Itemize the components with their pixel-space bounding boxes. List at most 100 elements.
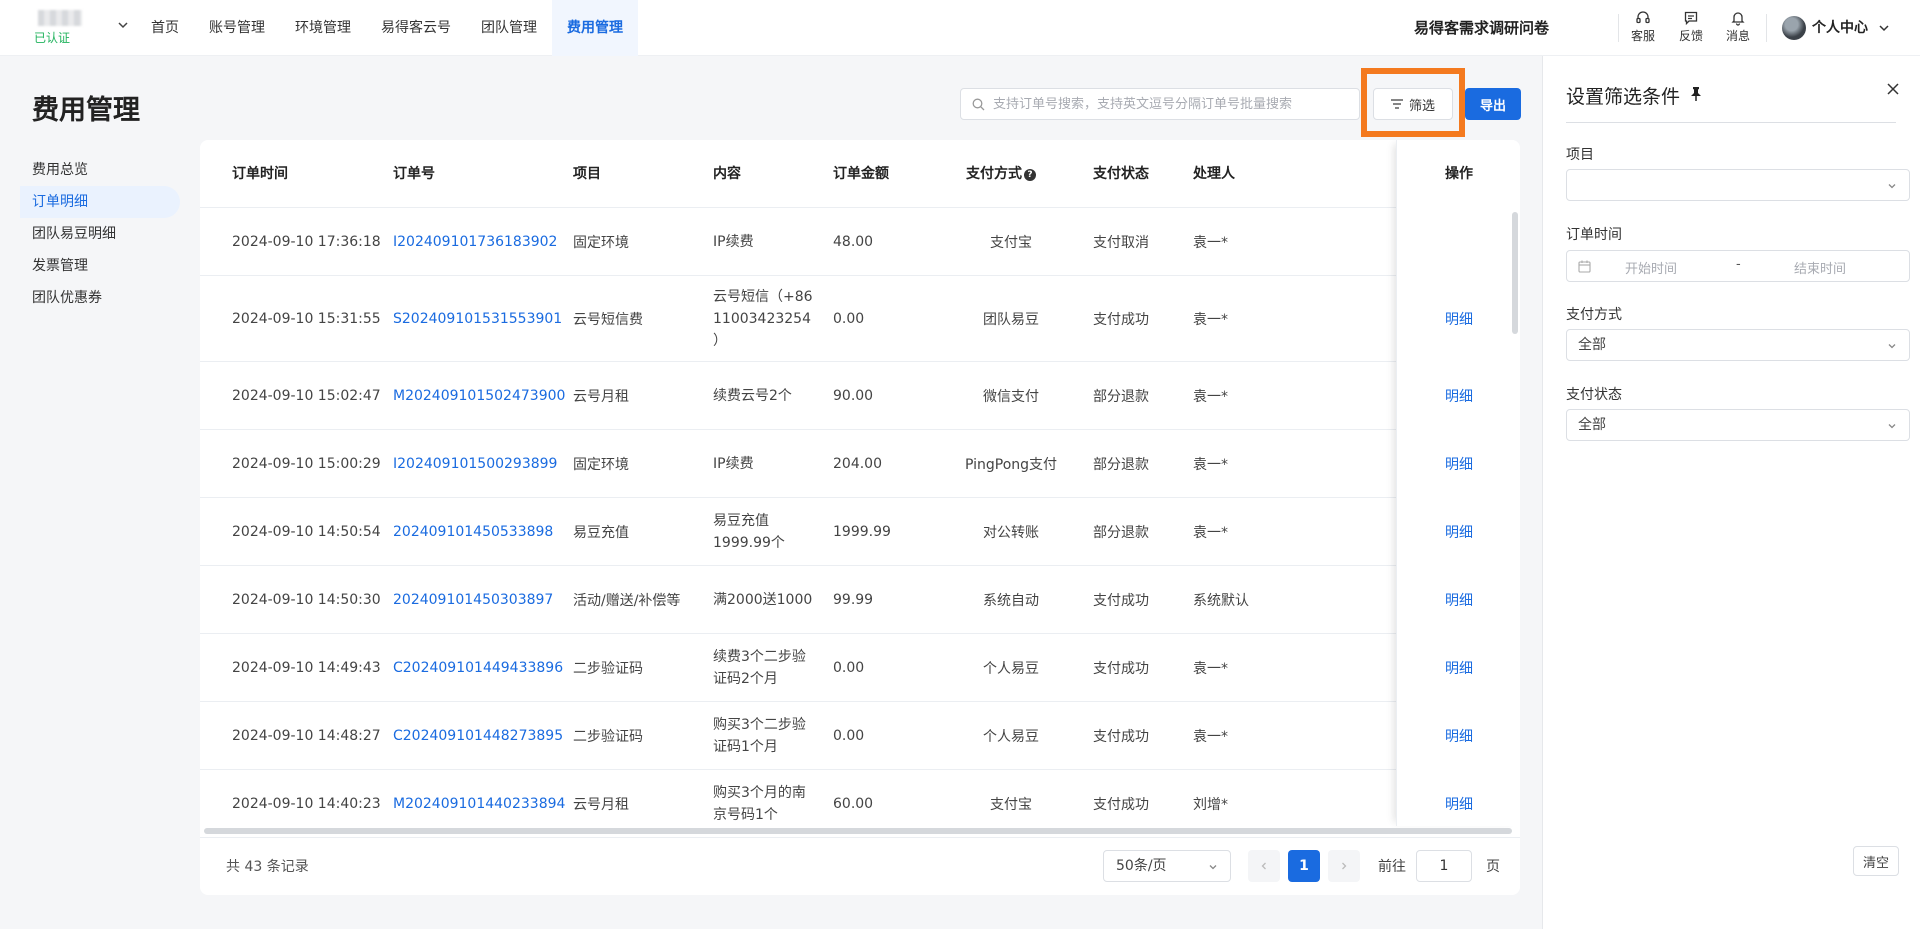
project-select[interactable] (1566, 169, 1910, 201)
sidebar-item-order-details[interactable]: 订单明细 (20, 186, 180, 218)
table-body: 2024-09-10 17:36:18 I202409101736183902 … (200, 208, 1520, 895)
goto-page-input[interactable] (1416, 850, 1472, 882)
cell-amount: 0.00 (833, 727, 865, 744)
survey-link[interactable]: 易得客需求调研问卷 (1414, 0, 1549, 56)
verified-label: 已认证 (34, 31, 71, 45)
cell-content: 续费云号2个 (713, 362, 823, 429)
row-detail-link[interactable]: 明细 (1397, 362, 1520, 430)
cell-order-no-link[interactable]: 202409101450303897 (393, 566, 553, 633)
pay-method-select[interactable]: 全部 (1566, 329, 1910, 361)
cell-handler: 袁一* (1193, 660, 1228, 677)
orders-table-card: 订单时间 订单号 项目 内容 订单金额 支付方式? 支付状态 处理人 2024-… (200, 140, 1520, 895)
row-detail-link[interactable]: 明细 (1397, 702, 1520, 770)
start-date-input[interactable]: 开始时间 (1625, 258, 1677, 277)
chevron-down-icon[interactable] (116, 18, 130, 32)
filter-icon (1390, 99, 1403, 109)
nav-accounts[interactable]: 账号管理 (194, 0, 280, 56)
cell-pay-status: 支付成功 (1093, 311, 1149, 328)
cell-pay-status: 部分退款 (1093, 388, 1149, 405)
cell-order-no-link[interactable]: M202409101440233894 (393, 770, 565, 837)
filter-label: 筛选 (1408, 98, 1435, 114)
cell-amount: 48.00 (833, 233, 874, 250)
cell-pay-status: 支付成功 (1093, 728, 1149, 745)
column-header-pay-method: 支付方式? (966, 140, 1036, 208)
filter-button[interactable]: 筛选 (1373, 88, 1453, 120)
cell-content: 购买3个二步验证码1个月 (713, 702, 813, 769)
page-size-select[interactable]: 50条/页 (1103, 850, 1231, 882)
order-time-range-picker[interactable]: 开始时间 - 结束时间 (1566, 250, 1910, 282)
cell-content-text: IP续费 (713, 455, 754, 472)
help-icon[interactable]: ? (1024, 169, 1036, 181)
nav-cloud-numbers[interactable]: 易得客云号 (366, 0, 466, 56)
filter-panel-title: 设置筛选条件 (1566, 86, 1681, 108)
row-detail-link[interactable]: 明细 (1397, 430, 1520, 498)
chevron-down-icon[interactable] (1877, 21, 1891, 35)
cell-time: 2024-09-10 14:50:54 (232, 523, 381, 540)
column-header-amount: 订单金额 (833, 166, 889, 182)
cell-pay-method: 个人易豆 (983, 728, 1039, 745)
next-page-button[interactable] (1328, 850, 1360, 882)
search-input[interactable] (993, 94, 1333, 114)
clear-filters-button[interactable]: 清空 (1853, 846, 1899, 876)
cell-item: 云号月租 (573, 388, 629, 405)
table-row: 2024-09-10 14:50:54 202409101450533898 易… (200, 498, 1520, 566)
cell-order-no-link[interactable]: M202409101502473900 (393, 362, 565, 429)
nav-billing[interactable]: 费用管理 (552, 0, 638, 56)
prev-page-button[interactable] (1248, 850, 1280, 882)
cell-content-text: 易豆充值 1999.99个 (713, 512, 785, 551)
sidebar-item-overview[interactable]: 费用总览 (20, 154, 180, 186)
nav-home[interactable]: 首页 (136, 0, 194, 56)
chevron-left-icon (1261, 862, 1266, 870)
divider (1618, 14, 1619, 42)
vertical-scrollbar[interactable] (1512, 212, 1518, 334)
row-detail-link[interactable]: 明细 (1397, 276, 1520, 362)
pay-status-select[interactable]: 全部 (1566, 409, 1910, 441)
row-detail-link[interactable]: 明细 (1397, 498, 1520, 566)
pin-icon[interactable] (1689, 86, 1703, 102)
billing-sidebar: 费用总览 订单明细 团队易豆明细 发票管理 团队优惠券 (20, 154, 180, 314)
cell-content: IP续费 (713, 208, 823, 275)
cell-order-no-link[interactable]: I202409101500293899 (393, 430, 557, 497)
main-nav: 首页 账号管理 环境管理 易得客云号 团队管理 费用管理 (136, 0, 638, 56)
cell-time: 2024-09-10 17:36:18 (232, 233, 381, 250)
page-size-value: 50条/页 (1116, 858, 1167, 874)
chat-icon (1684, 11, 1698, 26)
page-number-current[interactable]: 1 (1288, 850, 1320, 882)
cell-handler: 袁一* (1193, 234, 1228, 251)
cell-order-no-link[interactable]: C202409101449433896 (393, 634, 563, 701)
cell-pay-status: 部分退款 (1093, 456, 1149, 473)
feedback-button[interactable]: 反馈 (1675, 10, 1707, 44)
cell-content-text: 购买3个月的南京号码1个 (713, 784, 806, 823)
row-detail-link[interactable]: 明细 (1397, 566, 1520, 634)
cell-pay-status: 支付成功 (1093, 660, 1149, 677)
cell-order-no-link[interactable]: C202409101448273895 (393, 702, 563, 769)
table-header: 订单时间 订单号 项目 内容 订单金额 支付方式? 支付状态 处理人 (200, 140, 1520, 208)
user-center-menu[interactable]: 个人中心 (1812, 0, 1868, 56)
cell-order-no-link[interactable]: 202409101450533898 (393, 498, 553, 565)
cell-order-no-link[interactable]: I202409101736183902 (393, 208, 557, 275)
team-logo[interactable]: 已认证 (34, 8, 86, 45)
export-button[interactable]: 导出 (1465, 88, 1521, 120)
messages-button[interactable]: 消息 (1722, 10, 1754, 44)
cell-handler: 袁一* (1193, 524, 1228, 541)
cell-amount: 90.00 (833, 387, 874, 404)
order-search-box[interactable] (960, 88, 1360, 120)
column-header-content: 内容 (713, 166, 741, 182)
sidebar-item-coupons[interactable]: 团队优惠券 (20, 282, 180, 314)
cell-handler: 系统默认 (1193, 592, 1249, 609)
cell-pay-method: 对公转账 (983, 524, 1039, 541)
message-label: 消息 (1725, 29, 1750, 43)
sidebar-item-invoices[interactable]: 发票管理 (20, 250, 180, 282)
nav-environments[interactable]: 环境管理 (280, 0, 366, 56)
customer-service-button[interactable]: 客服 (1627, 10, 1659, 44)
end-date-input[interactable]: 结束时间 (1794, 258, 1846, 277)
sidebar-item-team-beans[interactable]: 团队易豆明细 (20, 218, 180, 250)
nav-team[interactable]: 团队管理 (466, 0, 552, 56)
row-detail-link[interactable]: 明细 (1397, 634, 1520, 702)
cell-pay-method: 支付宝 (990, 234, 1032, 251)
table-row: 2024-09-10 14:49:43 C202409101449433896 … (200, 634, 1520, 702)
cell-order-no-link[interactable]: S202409101531553901 (393, 276, 562, 361)
avatar[interactable] (1782, 16, 1806, 40)
close-icon[interactable] (1886, 82, 1900, 96)
row-detail-link[interactable] (1397, 208, 1520, 276)
